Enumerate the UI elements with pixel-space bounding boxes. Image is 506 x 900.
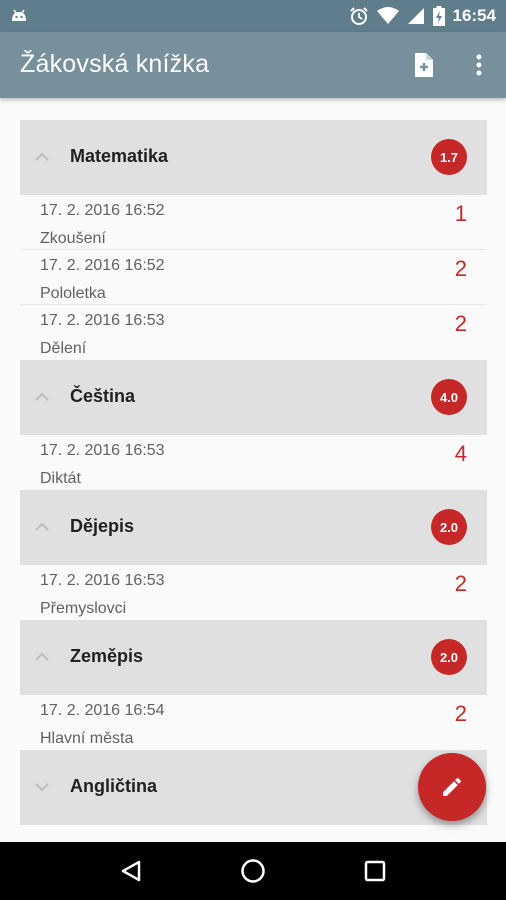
average-badge: 2.0 (431, 639, 467, 675)
entry-date: 17. 2. 2016 16:53 (40, 312, 165, 329)
entry-description: Zkoušení (40, 230, 106, 247)
entry-grade: 2 (454, 256, 467, 281)
chevron-up-icon (34, 520, 50, 534)
app-bar: Žákovská knížka (0, 32, 506, 98)
recents-icon (364, 860, 386, 882)
status-bar: 16:54 (0, 0, 506, 32)
pencil-icon (443, 777, 462, 796)
grade-entry[interactable]: 17. 2. 2016 16:53 Diktát 4 (20, 435, 487, 490)
grade-entry[interactable]: 17. 2. 2016 16:54 Hlavní města 2 (20, 695, 487, 750)
average-badge: 4.0 (431, 379, 467, 415)
grade-entry[interactable]: 17. 2. 2016 16:53 Přemyslovci 2 (20, 565, 487, 620)
subject-name: Čeština (70, 386, 136, 406)
edit-fab[interactable] (418, 753, 486, 821)
alarm-icon (349, 7, 368, 25)
average-badge: 2.0 (431, 509, 467, 545)
app-title: Žákovská knížka (20, 50, 210, 78)
home-button[interactable] (235, 853, 271, 889)
subject-name: Angličtina (70, 776, 158, 796)
entry-description: Přemyslovci (40, 600, 127, 617)
more-vert-icon (476, 54, 482, 76)
subject-header[interactable]: Matematika 1.7 (20, 120, 487, 195)
wifi-icon (376, 7, 399, 24)
subject-header[interactable]: Čeština 4.0 (20, 360, 487, 435)
subject-name: Matematika (70, 146, 169, 166)
subject-group: Zeměpis 2.0 17. 2. 2016 16:54 Hlavní města 2 (20, 620, 487, 750)
grade-entry[interactable]: 17. 2. 2016 16:53 Dělení 2 (20, 305, 487, 360)
signal-icon (407, 8, 424, 24)
entry-description: Hlavní města (40, 730, 134, 747)
subject-list: Matematika 1.7 17. 2. 2016 16:52 Zkoušení 1 1… (20, 120, 487, 825)
chevron-up-icon (34, 390, 50, 404)
subject-group: Čeština 4.0 17. 2. 2016 16:53 Diktát 4 (20, 360, 487, 490)
chevron-up-icon (34, 650, 50, 664)
entry-description: Diktát (40, 470, 81, 487)
recents-button[interactable] (357, 853, 393, 889)
subject-header[interactable]: Angličtina (20, 750, 487, 825)
status-time: 16:54 (452, 6, 496, 25)
battery-icon (432, 6, 445, 26)
entry-date: 17. 2. 2016 16:52 (40, 257, 165, 274)
entry-grade: 2 (454, 701, 467, 726)
more-options-button[interactable] (464, 50, 494, 80)
subject-name: Zeměpis (70, 646, 144, 666)
subject-group: Dějepis 2.0 17. 2. 2016 16:53 Přemyslovci 2 (20, 490, 487, 620)
home-icon (241, 859, 265, 883)
subject-group: Matematika 1.7 17. 2. 2016 16:52 Zkoušení 1 1… (20, 120, 487, 360)
subject-name: Dějepis (70, 516, 135, 536)
entry-grade: 2 (454, 571, 467, 596)
subject-group: Angličtina (20, 750, 487, 825)
average-badge: 1.7 (431, 139, 467, 175)
entry-grade: 4 (454, 441, 467, 466)
back-icon (121, 860, 141, 882)
subject-header[interactable]: Zeměpis 2.0 (20, 620, 487, 695)
export-pdf-icon (415, 53, 433, 77)
grade-entry[interactable]: 17. 2. 2016 16:52 Pololetka 2 (20, 250, 487, 305)
grade-entry[interactable]: 17. 2. 2016 16:52 Zkoušení 1 (20, 195, 487, 250)
entry-grade: 2 (454, 311, 467, 336)
subject-header[interactable]: Dějepis 2.0 (20, 490, 487, 565)
navigation-bar (0, 842, 506, 900)
entry-date: 17. 2. 2016 16:52 (40, 202, 165, 219)
entry-date: 17. 2. 2016 16:53 (40, 572, 165, 589)
back-button[interactable] (113, 853, 149, 889)
android-icon (12, 9, 26, 21)
entry-date: 17. 2. 2016 16:54 (40, 702, 165, 719)
entry-description: Dělení (40, 340, 87, 357)
export-pdf-button[interactable] (408, 50, 438, 80)
entry-grade: 1 (454, 201, 467, 226)
chevron-down-icon (34, 780, 50, 794)
entry-description: Pololetka (40, 285, 106, 302)
chevron-up-icon (34, 150, 50, 164)
entry-date: 17. 2. 2016 16:53 (40, 442, 165, 459)
